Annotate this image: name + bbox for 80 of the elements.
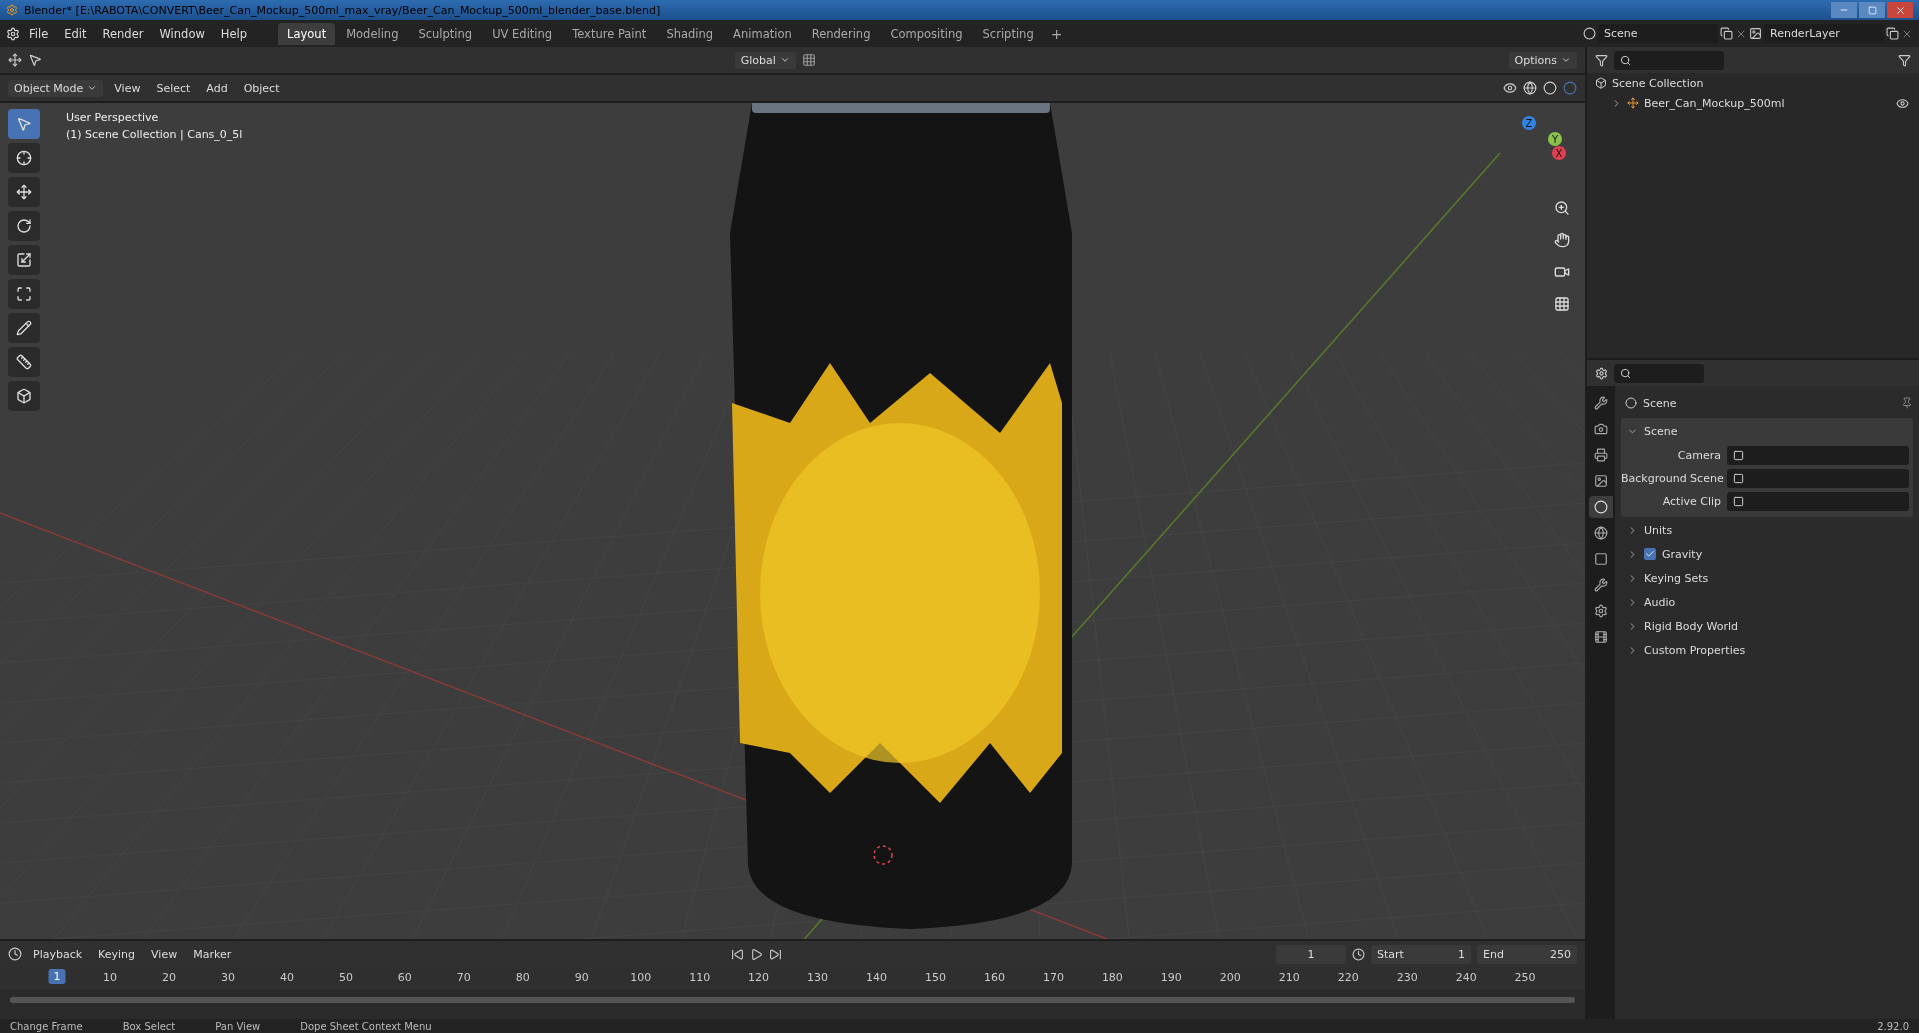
workspace-tab[interactable]: Scripting xyxy=(973,22,1043,45)
frame-number: 50 xyxy=(338,971,353,984)
status-hint: Change Frame xyxy=(10,1020,83,1032)
menu-item[interactable]: File xyxy=(22,23,56,44)
workspace-tab[interactable]: Shading xyxy=(657,22,723,45)
timeline-menu[interactable]: Keying xyxy=(93,945,141,963)
version-label: 2.92.0 xyxy=(1877,1020,1909,1032)
frame-number: 30 xyxy=(220,971,235,984)
field-label: Active Clip xyxy=(1661,495,1721,508)
frame-number: 120 xyxy=(748,971,770,984)
start-frame-field[interactable]: Start 1 xyxy=(1371,944,1471,964)
frame-number: 110 xyxy=(689,971,711,984)
view-layer-field[interactable]: RenderLayer xyxy=(1764,24,1884,43)
outliner-item[interactable]: Scene Collection xyxy=(1612,76,1704,90)
end-frame-field[interactable]: End 250 xyxy=(1477,944,1577,964)
frame-number: 170 xyxy=(1042,971,1064,984)
frame-number: 140 xyxy=(866,971,888,984)
section-title[interactable]: Gravity xyxy=(1662,547,1703,561)
viewport-menu[interactable]: Add xyxy=(201,79,233,97)
workspace-tab[interactable]: Animation xyxy=(724,22,801,45)
frame-number: 220 xyxy=(1337,971,1359,984)
status-hint: Dope Sheet Context Menu xyxy=(300,1020,432,1032)
section-title[interactable]: Audio xyxy=(1644,595,1676,609)
viewport-info: User Perspective xyxy=(66,111,160,124)
frame-number: 210 xyxy=(1278,971,1300,984)
context-label: Scene xyxy=(1643,396,1677,410)
status-hint: Pan View xyxy=(215,1020,261,1032)
outliner-item[interactable]: Beer_Can_Mockup_500ml xyxy=(1644,96,1785,110)
viewport-menu[interactable]: View xyxy=(109,79,146,97)
frame-number: 60 xyxy=(397,971,412,984)
timeline-menu[interactable]: Playback xyxy=(28,945,88,963)
axis-gizmo[interactable]: Z Y X xyxy=(1503,113,1573,183)
viewport-menu[interactable]: Object xyxy=(238,79,285,97)
frame-number: 20 xyxy=(162,971,176,984)
mode-dropdown[interactable]: Object Mode xyxy=(8,79,104,97)
frame-number: 80 xyxy=(515,971,530,984)
section-title[interactable]: Custom Properties xyxy=(1644,643,1746,657)
viewport-menu[interactable]: Select xyxy=(151,79,196,97)
workspace-tab[interactable]: Sculpting xyxy=(409,22,482,45)
menu-item[interactable]: Render xyxy=(95,23,151,44)
frame-number: 10 xyxy=(103,971,118,984)
orientation-dropdown[interactable]: Global xyxy=(734,51,796,69)
workspace-tab[interactable]: Modeling xyxy=(337,22,408,45)
add-workspace-icon[interactable]: + xyxy=(1044,25,1069,42)
frame-number: 100 xyxy=(630,971,652,984)
workspace-tab[interactable]: UV Editing xyxy=(483,22,562,45)
options-dropdown[interactable]: Options xyxy=(1508,51,1577,69)
scene-field[interactable]: Scene xyxy=(1598,24,1718,43)
section-title[interactable]: Keying Sets xyxy=(1644,571,1709,585)
section-title[interactable]: Units xyxy=(1644,523,1673,537)
frame-number: 200 xyxy=(1219,971,1241,984)
timeline-menu[interactable]: View xyxy=(146,945,183,963)
current-frame-field[interactable]: 1 xyxy=(1276,944,1346,964)
frame-number: 150 xyxy=(925,971,946,984)
workspace-tab[interactable]: Layout xyxy=(278,22,336,45)
menu-item[interactable]: Edit xyxy=(57,23,94,44)
viewport-info: (1) Scene Collection | Cans_0_5l xyxy=(66,128,243,141)
workspace-tab[interactable]: Rendering xyxy=(802,22,880,45)
menu-item[interactable]: Help xyxy=(213,23,255,44)
frame-number: 240 xyxy=(1455,971,1477,984)
frame-number: 250 xyxy=(1514,971,1536,984)
frame-number: 160 xyxy=(983,971,1005,984)
frame-number: 190 xyxy=(1160,971,1182,984)
3d-viewport[interactable]: User Perspective (1) Scene Collection | Cans_0_5l Z Y X xyxy=(0,103,1585,939)
frame-number: 130 xyxy=(807,971,829,984)
timeline-menu[interactable]: Marker xyxy=(188,945,237,963)
workspace-tab[interactable]: Texture Paint xyxy=(563,22,656,45)
workspace-tab[interactable]: Compositing xyxy=(881,22,972,45)
window-title: Blender* [E:\RABOTA\CONVERT\Beer_Can_Mockup_500ml_max_vray/Beer_Can_Mockup_500ml_blender_base.blend] xyxy=(24,3,661,17)
menu-item[interactable]: Window xyxy=(152,23,212,44)
frame-number: 180 xyxy=(1101,971,1123,984)
frame-number: 230 xyxy=(1396,971,1418,984)
field-label: Camera xyxy=(1676,449,1721,462)
status-hint: Box Select xyxy=(122,1020,176,1032)
frame-number: 40 xyxy=(279,971,294,984)
section-title[interactable]: Rigid Body World xyxy=(1644,619,1738,633)
frame-number: 90 xyxy=(574,971,589,984)
panel-title[interactable]: Scene xyxy=(1644,424,1678,438)
frame-number: 70 xyxy=(456,971,471,984)
playhead[interactable]: 1 xyxy=(48,969,66,984)
